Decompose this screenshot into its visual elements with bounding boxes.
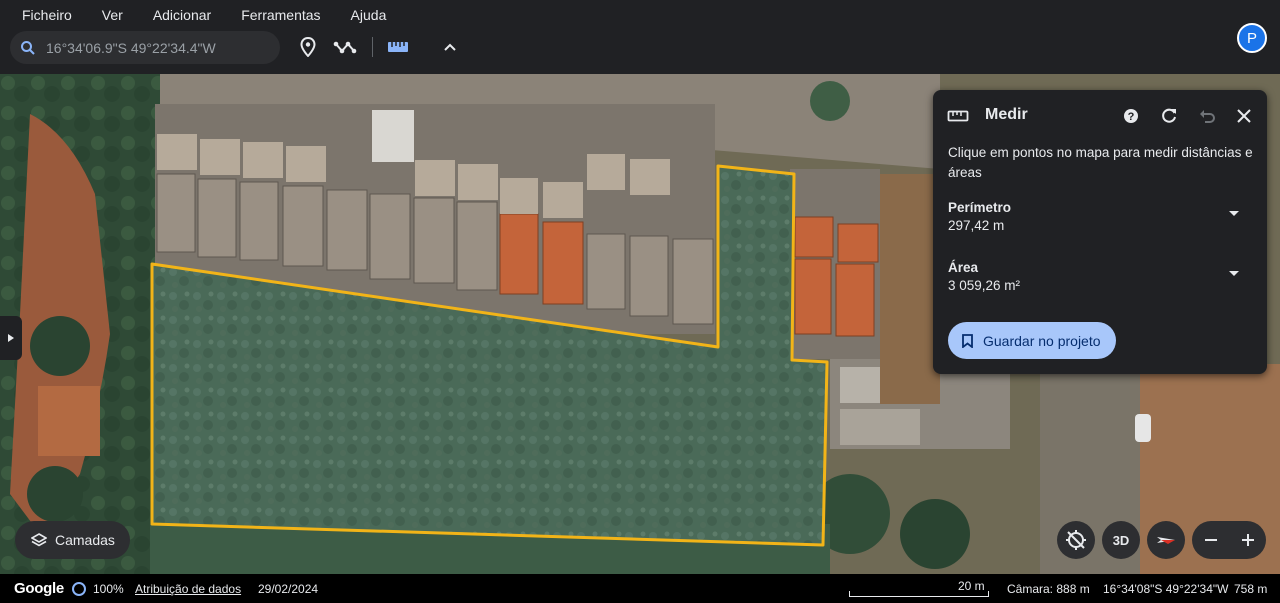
- undo-icon[interactable]: [1196, 105, 1218, 127]
- path-icon[interactable]: [331, 33, 359, 61]
- crosshair-off-icon: [1066, 530, 1086, 550]
- measure-panel-header: Medir ?: [933, 90, 1267, 140]
- area-label: Área: [948, 260, 979, 275]
- chevron-right-icon: [8, 334, 14, 342]
- perimeter-label: Perímetro: [948, 200, 1012, 215]
- menu-adicionar[interactable]: Adicionar: [138, 7, 226, 23]
- bookmark-icon: [962, 333, 973, 348]
- chevron-down-icon[interactable]: [1229, 211, 1239, 216]
- menu-bar: Ficheiro Ver Adicionar Ferramentas Ajuda: [0, 0, 401, 30]
- data-attribution-link[interactable]: Atribuição de dados: [135, 582, 241, 596]
- zoom-in-button[interactable]: [1229, 521, 1266, 559]
- measure-panel-title: Medir: [985, 106, 1028, 123]
- top-bar: Ficheiro Ver Adicionar Ferramentas Ajuda…: [0, 0, 1280, 74]
- close-icon[interactable]: [1233, 105, 1255, 127]
- cursor-coordinates: 16°34'08"S 49°22'34"W: [1103, 582, 1229, 596]
- layers-button[interactable]: Camadas: [15, 521, 130, 559]
- perimeter-value: 297,42 m: [948, 218, 1005, 233]
- expand-panel-button[interactable]: [0, 316, 22, 360]
- search-icon[interactable]: [10, 40, 46, 56]
- status-bar: Google 100% Atribuição de dados 29/02/20…: [0, 574, 1280, 603]
- area-value: 3 059,26 m²: [948, 278, 1021, 293]
- perimeter-row[interactable]: Perímetro 297,42 m: [948, 199, 1253, 239]
- ruler-icon: [947, 105, 969, 127]
- menu-ver[interactable]: Ver: [87, 7, 138, 23]
- zoom-controls: [1192, 521, 1266, 559]
- ruler-icon[interactable]: [384, 33, 412, 61]
- chevron-down-icon[interactable]: [1229, 271, 1239, 276]
- refresh-icon[interactable]: [1158, 105, 1180, 127]
- scale-label: 20 m: [958, 579, 985, 593]
- measure-panel: Medir ? Clique em pontos no mapa para me…: [933, 90, 1267, 374]
- chevron-up-icon[interactable]: [436, 33, 464, 61]
- area-row[interactable]: Área 3 059,26 m²: [948, 259, 1253, 299]
- menu-ficheiro[interactable]: Ficheiro: [0, 7, 87, 23]
- menu-ferramentas[interactable]: Ferramentas: [226, 7, 335, 23]
- loading-percent: 100%: [93, 582, 124, 596]
- google-logo: Google: [14, 580, 64, 597]
- tilt-reset-button[interactable]: [1057, 521, 1095, 559]
- save-to-project-label: Guardar no projeto: [983, 332, 1101, 349]
- plus-icon: [1241, 534, 1254, 546]
- menu-ajuda[interactable]: Ajuda: [336, 7, 402, 23]
- layers-icon: [31, 533, 47, 547]
- svg-text:?: ?: [1128, 111, 1135, 123]
- layers-label: Camadas: [55, 532, 115, 548]
- search-box[interactable]: [10, 31, 280, 64]
- location-pin-icon[interactable]: [294, 33, 322, 61]
- help-icon[interactable]: ?: [1120, 105, 1142, 127]
- loading-ring-icon: [72, 582, 86, 596]
- search-input[interactable]: [46, 39, 266, 56]
- save-to-project-button[interactable]: Guardar no projeto: [948, 322, 1116, 359]
- imagery-date: 29/02/2024: [258, 582, 319, 596]
- avatar[interactable]: P: [1237, 23, 1267, 53]
- compass-button[interactable]: [1147, 521, 1185, 559]
- measure-instructions: Clique em pontos no mapa para medir dist…: [948, 145, 1253, 180]
- elevation: 758 m: [1234, 582, 1268, 596]
- toolbar-divider: [372, 37, 373, 57]
- minus-icon: [1204, 539, 1217, 541]
- zoom-out-button[interactable]: [1192, 521, 1229, 559]
- view-3d-button[interactable]: 3D: [1102, 521, 1140, 559]
- compass-icon: [1157, 537, 1175, 544]
- camera-altitude: Câmara: 888 m: [1007, 582, 1090, 596]
